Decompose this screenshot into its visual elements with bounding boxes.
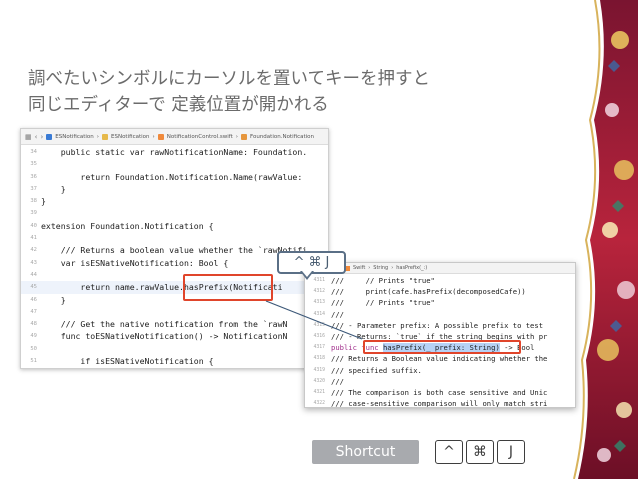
command-key: ⌘: [466, 440, 494, 464]
shortcut-keys: ^ ⌘ J: [435, 440, 525, 464]
connector-line: [265, 300, 363, 340]
callout-tail-inner: [302, 271, 312, 277]
j-key: J: [497, 440, 525, 464]
control-key: ^: [435, 440, 463, 464]
shortcut-label-badge: Shortcut: [312, 440, 419, 464]
control-key-symbol: ^: [293, 255, 305, 270]
command-key-symbol: ⌘: [308, 255, 322, 270]
j-key-symbol: J: [325, 255, 330, 270]
